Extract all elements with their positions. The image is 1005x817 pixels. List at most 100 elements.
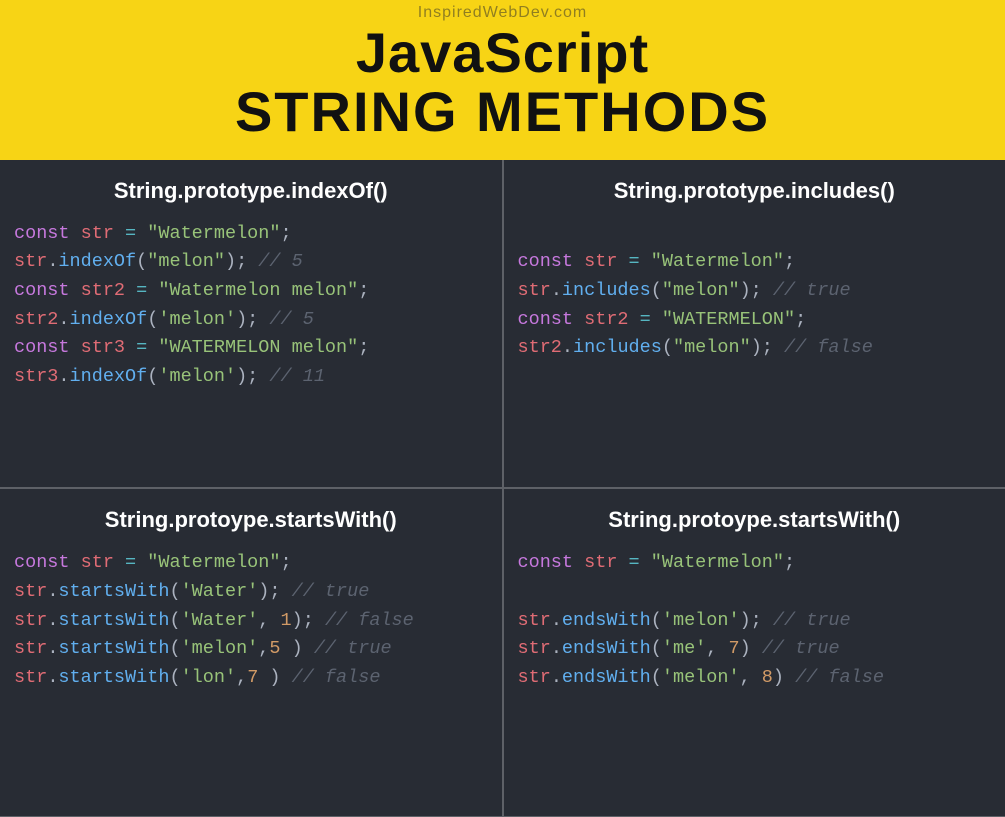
code-token: // true [314, 638, 392, 659]
code-token: , [258, 610, 280, 631]
code-block: const str = "Watermelon"; str.indexOf("m… [14, 220, 488, 392]
code-token: startsWith [58, 581, 169, 602]
code-token: str [518, 280, 551, 301]
cell-title: String.prototype.includes() [518, 178, 992, 204]
code-cell: String.prototype.includes() const str = … [503, 160, 1005, 489]
code-token: // true [292, 581, 370, 602]
code-token: , [236, 667, 247, 688]
code-token: 1 [281, 610, 292, 631]
code-token: , [258, 638, 269, 659]
code-token: str [584, 251, 617, 272]
code-token [147, 280, 158, 301]
code-token: // 11 [269, 366, 325, 387]
code-token: str3 [81, 337, 125, 358]
code-token: const [14, 552, 81, 573]
code-token [125, 337, 136, 358]
code-token: str [14, 610, 47, 631]
code-token: , [706, 638, 728, 659]
code-token: ; [795, 309, 806, 330]
code-token: ); [292, 610, 314, 631]
code-token [773, 337, 784, 358]
code-token [258, 309, 269, 330]
code-token: ( [662, 337, 673, 358]
code-token: str2 [518, 337, 562, 358]
code-token: "Watermelon" [147, 552, 280, 573]
code-token: "Watermelon" [147, 223, 280, 244]
code-token [303, 638, 314, 659]
code-token [640, 251, 651, 272]
code-token: indexOf [58, 251, 136, 272]
code-token: . [47, 581, 58, 602]
code-token: 'Water' [181, 610, 259, 631]
code-token: ); [740, 610, 762, 631]
code-token: ( [651, 638, 662, 659]
code-token: endsWith [562, 667, 651, 688]
code-token: str [14, 667, 47, 688]
code-token: const [518, 309, 585, 330]
code-token: includes [562, 280, 651, 301]
code-token: . [58, 366, 69, 387]
code-token [136, 552, 147, 573]
code-token: ( [651, 610, 662, 631]
cell-title: String.protoype.startsWith() [518, 507, 992, 533]
code-token: = [125, 552, 136, 573]
code-token [114, 552, 125, 573]
code-token: startsWith [58, 667, 169, 688]
site-name: InspiredWebDev.com [0, 4, 1005, 22]
code-token: "Watermelon" [651, 552, 784, 573]
code-block: const str = "Watermelon"; str.includes("… [518, 220, 992, 363]
code-token: ; [281, 552, 292, 573]
code-token: ( [651, 280, 662, 301]
code-token: // true [773, 280, 851, 301]
code-token: ( [169, 581, 180, 602]
code-token: endsWith [562, 610, 651, 631]
code-token [136, 223, 147, 244]
code-token: indexOf [70, 309, 148, 330]
code-token: . [47, 667, 58, 688]
page: InspiredWebDev.com JavaScript STRING MET… [0, 0, 1005, 817]
code-token: = [629, 251, 640, 272]
code-token: . [551, 280, 562, 301]
title-line-2: STRING METHODS [0, 83, 1005, 142]
code-token: ; [281, 223, 292, 244]
code-token: str3 [14, 366, 58, 387]
code-token: str [584, 552, 617, 573]
code-token: "melon" [147, 251, 225, 272]
code-block: const str = "Watermelon"; str.startsWith… [14, 549, 488, 692]
code-token: "melon" [673, 337, 751, 358]
code-token: const [518, 552, 585, 573]
code-token: 5 [269, 638, 280, 659]
code-token: endsWith [562, 638, 651, 659]
code-token: const [14, 337, 81, 358]
code-token [114, 223, 125, 244]
code-token: indexOf [70, 366, 148, 387]
code-token: // 5 [269, 309, 313, 330]
code-token: // false [325, 610, 414, 631]
code-token: , [740, 667, 762, 688]
code-token [762, 610, 773, 631]
cell-title: String.protoype.startsWith() [14, 507, 488, 533]
code-cell: String.protoype.startsWith()const str = … [503, 488, 1005, 817]
code-token [314, 610, 325, 631]
code-token: const [14, 223, 81, 244]
code-token: str2 [81, 280, 125, 301]
code-token: str [14, 251, 47, 272]
code-token: // 5 [258, 251, 302, 272]
code-token: str [14, 581, 47, 602]
code-token: ; [358, 280, 369, 301]
code-token: str [81, 223, 114, 244]
code-token: . [551, 610, 562, 631]
code-token [640, 552, 651, 573]
code-token: = [136, 280, 147, 301]
code-token: = [629, 552, 640, 573]
code-token: ( [169, 610, 180, 631]
code-token [751, 638, 762, 659]
code-token: ); [236, 366, 258, 387]
code-token: ); [751, 337, 773, 358]
code-token: ; [784, 251, 795, 272]
code-token: ) [740, 638, 751, 659]
code-cell: String.protoype.startsWith() const str = … [0, 488, 503, 817]
code-token: str [518, 610, 551, 631]
code-token [125, 280, 136, 301]
code-token [281, 581, 292, 602]
